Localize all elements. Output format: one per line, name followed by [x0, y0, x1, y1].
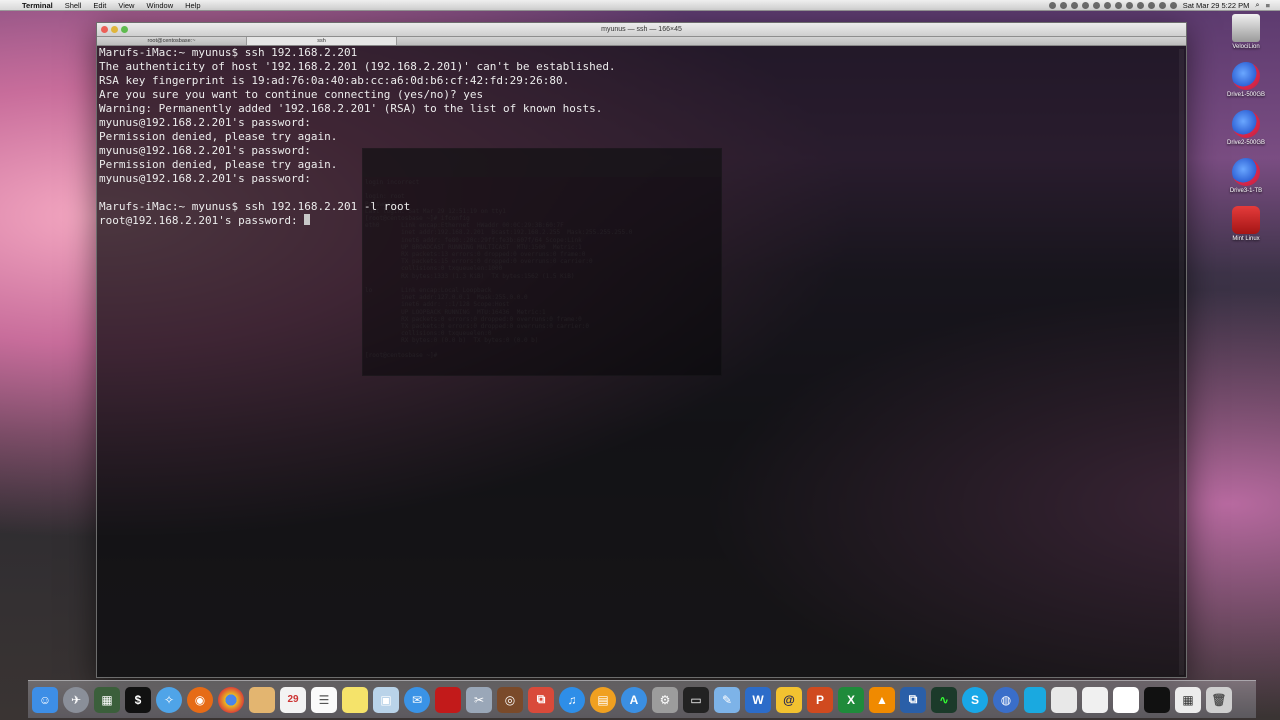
finder-icon[interactable]: ☺: [32, 686, 58, 713]
console-icon[interactable]: ▭: [683, 686, 709, 713]
launchpad-icon[interactable]: ✈: [63, 686, 89, 713]
desktop-icon-drive2[interactable]: Drive2-500GB: [1224, 110, 1268, 146]
powerpoint-icon[interactable]: P: [807, 686, 833, 713]
vlc-icon[interactable]: ▲: [869, 686, 895, 713]
tab-ssh[interactable]: ssh: [247, 37, 397, 45]
password-prompt: root@192.168.2.201's password:: [99, 214, 305, 227]
notification-list-icon[interactable]: ≡: [1266, 1, 1270, 10]
trash-icon[interactable]: 🗑: [1206, 686, 1232, 713]
reminders-icon[interactable]: ☰: [311, 686, 337, 713]
terminal-line: myunus@192.168.2.201's password:: [99, 172, 311, 185]
close-button[interactable]: [101, 26, 108, 33]
terminal-line: Marufs-iMac:~ myunus$ ssh 192.168.2.201 …: [99, 200, 411, 213]
safari-icon[interactable]: ✧: [156, 686, 182, 713]
desktop-icon-velocilion[interactable]: VelociLion: [1224, 14, 1268, 50]
system-preferences-icon[interactable]: ⚙: [652, 686, 678, 713]
window-thumbnail-3[interactable]: [1113, 686, 1139, 713]
minimize-button[interactable]: [111, 26, 118, 33]
terminal-scrollbar[interactable]: [1179, 49, 1184, 675]
ibooks-icon[interactable]: ▤: [590, 686, 616, 713]
drive-icon: [1232, 158, 1260, 186]
word-icon[interactable]: W: [745, 686, 771, 713]
terminal-minimized-icon[interactable]: [1144, 686, 1170, 713]
excel-icon[interactable]: X: [838, 686, 864, 713]
parallels-vm-icon: [1232, 206, 1260, 234]
terminal-line: The authenticity of host '192.168.2.201 …: [99, 60, 616, 73]
notebook-icon[interactable]: [249, 686, 275, 713]
applications-stack-icon[interactable]: ▦: [1175, 686, 1201, 713]
dock: ☺ ✈ ▦ $ ✧ ◉ 29 ☰ ▣ ✉ ✂ ◎ ⧉ ♫ ▤ A ⚙ ▭ ✎ W…: [28, 680, 1256, 718]
drive-icon: [1232, 62, 1260, 90]
skype-icon[interactable]: S: [962, 686, 988, 713]
menu-edit[interactable]: Edit: [87, 0, 112, 11]
parallels-icon[interactable]: ⧉: [528, 686, 554, 713]
chrome-icon[interactable]: [218, 686, 244, 713]
preview-icon[interactable]: ▣: [373, 686, 399, 713]
terminal-line: RSA key fingerprint is 19:ad:76:0a:40:ab…: [99, 74, 570, 87]
tab-root-centosbase[interactable]: root@centosbase:~: [97, 37, 247, 45]
spotlight-icon[interactable]: ⌕: [1255, 0, 1259, 10]
terminal-prompt-line[interactable]: root@192.168.2.201's password:: [99, 214, 1186, 228]
menu-clock[interactable]: Sat Mar 29 5:22 PM: [1183, 1, 1250, 10]
menu-bar: Terminal Shell Edit View Window Help Sat…: [0, 0, 1280, 11]
stickies-icon[interactable]: [342, 686, 368, 713]
terminal-line: Are you sure you want to continue connec…: [99, 88, 484, 101]
drive-icon: [1232, 110, 1260, 138]
terminal-icon[interactable]: $: [125, 686, 151, 713]
desktop-icons: VelociLion Drive1-500GB Drive2-500GB Dri…: [1224, 14, 1268, 254]
terminal-window[interactable]: myunus — ssh — 166×45 root@centosbase:~ …: [96, 22, 1187, 678]
virtual-machine-icon[interactable]: ⧉: [900, 686, 926, 713]
window-titlebar[interactable]: myunus — ssh — 166×45: [97, 23, 1186, 37]
window-title: myunus — ssh — 166×45: [601, 26, 682, 33]
photo-booth-icon[interactable]: ◎: [497, 686, 523, 713]
calendar-icon[interactable]: 29: [280, 686, 306, 713]
hard-drive-icon: [1232, 14, 1260, 42]
window-thumbnail-1[interactable]: [1051, 686, 1077, 713]
network-utility-icon[interactable]: ◍: [993, 686, 1019, 713]
menu-shell[interactable]: Shell: [59, 0, 88, 11]
folder-icon[interactable]: [1024, 686, 1046, 713]
window-thumbnail-2[interactable]: [1082, 686, 1108, 713]
terminal-line: myunus@192.168.2.201's password:: [99, 116, 311, 129]
ms-icon[interactable]: @: [776, 686, 802, 713]
xcode-icon[interactable]: ✂: [466, 686, 492, 713]
text-cursor: [304, 214, 311, 225]
desktop-icon-drive1[interactable]: Drive1-500GB: [1224, 62, 1268, 98]
menu-view[interactable]: View: [112, 0, 140, 11]
terminal-line: Marufs-iMac:~ myunus$ ssh 192.168.2.201: [99, 46, 358, 59]
menu-help[interactable]: Help: [179, 0, 206, 11]
desktop-icon-mint-linux[interactable]: Mint Linux: [1224, 206, 1268, 242]
terminal-output[interactable]: Marufs-iMac:~ myunus$ ssh 192.168.2.201 T…: [97, 46, 1186, 666]
terminal-line: ​: [99, 186, 1186, 200]
menu-app-name[interactable]: Terminal: [16, 0, 59, 11]
menu-status-icons[interactable]: [1048, 1, 1177, 9]
zoom-button[interactable]: [121, 26, 128, 33]
text-edit-icon[interactable]: ✎: [714, 686, 740, 713]
terminal-line: Warning: Permanently added '192.168.2.20…: [99, 102, 603, 115]
messages-icon[interactable]: ✉: [404, 686, 430, 713]
app-store-icon[interactable]: A: [621, 686, 647, 713]
terminal-line: Permission denied, please try again.: [99, 130, 338, 143]
mission-control-icon[interactable]: ▦: [94, 686, 120, 713]
terminal-line: myunus@192.168.2.201's password:: [99, 144, 311, 157]
firefox-icon[interactable]: ◉: [187, 686, 213, 713]
tab-bar: root@centosbase:~ ssh: [97, 37, 1186, 46]
terminal-line: Permission denied, please try again.: [99, 158, 338, 171]
menu-window[interactable]: Window: [140, 0, 179, 11]
activity-monitor-icon[interactable]: ∿: [931, 686, 957, 713]
flashcard-icon[interactable]: [435, 686, 461, 713]
desktop-icon-drive3[interactable]: Drive3-1-TB: [1224, 158, 1268, 194]
itunes-icon[interactable]: ♫: [559, 686, 585, 713]
